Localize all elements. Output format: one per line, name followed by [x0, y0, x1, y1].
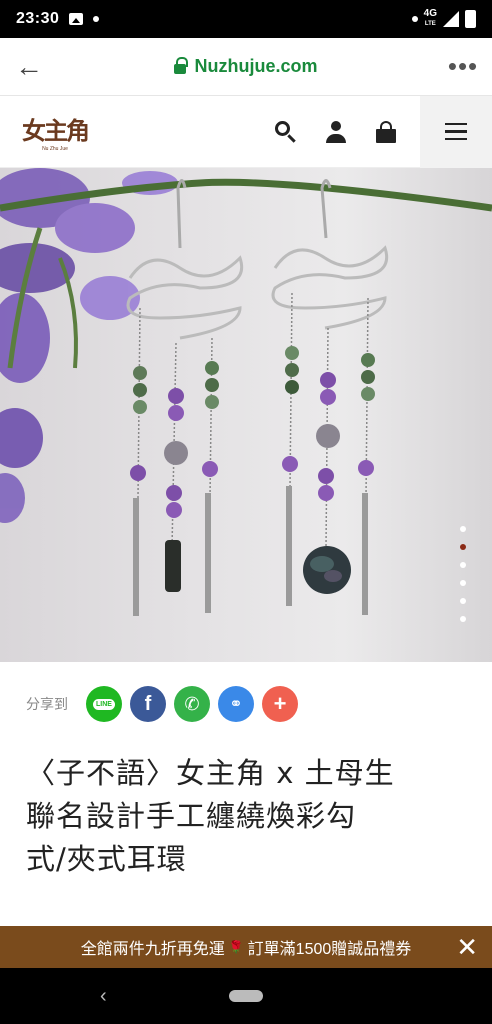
product-title-line: 〈子不語〉女主角 x 土母生	[26, 756, 395, 790]
shopping-bag-icon[interactable]	[374, 120, 398, 144]
share-copy-link-button[interactable]: ⚭	[218, 686, 254, 722]
nav-home-pill[interactable]	[229, 990, 263, 1002]
carousel-dot[interactable]	[460, 598, 466, 604]
carousel-pagination	[460, 526, 466, 622]
product-title: 〈子不語〉女主角 x 土母生 聯名設計手工纏繞煥彩勾 式/夾式耳環	[26, 752, 466, 881]
product-title-line: 式/夾式耳環	[26, 842, 187, 876]
network-indicator: 4G LTE	[423, 8, 437, 28]
user-icon[interactable]	[324, 120, 348, 144]
status-dot-icon	[411, 16, 418, 22]
nav-back-icon[interactable]: ‹	[100, 985, 107, 1008]
promo-text-before: 全館兩件九折再免運	[80, 941, 225, 958]
image-notification-icon	[69, 13, 84, 25]
search-icon[interactable]	[274, 120, 298, 144]
share-label: 分享到	[26, 696, 68, 712]
share-facebook-button[interactable]: f	[130, 686, 166, 722]
carousel-dot[interactable]	[460, 580, 466, 586]
status-time: 23:30	[16, 10, 60, 27]
share-whatsapp-button[interactable]: ✆	[174, 686, 210, 722]
earrings-photo	[0, 168, 492, 616]
rose-icon: 🌹	[228, 940, 244, 954]
carousel-dot[interactable]	[460, 526, 466, 532]
share-line-button[interactable]: LINE	[86, 686, 122, 722]
url-display[interactable]: Nuzhujue.com	[58, 56, 434, 77]
product-title-line: 聯名設計手工纏繞煥彩勾	[26, 799, 357, 833]
share-more-button[interactable]: +	[262, 686, 298, 722]
signal-icon	[443, 11, 459, 27]
share-row: 分享到 LINE f ✆ ⚭ +	[26, 686, 306, 722]
hamburger-menu-icon[interactable]	[420, 95, 492, 168]
android-nav-bar: ‹	[0, 968, 492, 1024]
url-text: Nuzhujue.com	[194, 56, 318, 76]
carousel-dot[interactable]	[460, 616, 466, 622]
carousel-dot[interactable]	[460, 562, 466, 568]
browser-url-bar: ← Nuzhujue.com •••	[0, 38, 492, 96]
battery-icon	[465, 10, 476, 28]
carousel-dot-active[interactable]	[460, 544, 466, 550]
logo-subtext: Nu Zhu Jue	[42, 146, 68, 152]
notification-dot-icon	[93, 16, 100, 22]
site-logo[interactable]: 女主角 Nu Zhu Jue	[22, 111, 90, 152]
back-arrow-icon[interactable]: ←	[0, 38, 58, 96]
logo-text: 女主角	[22, 116, 90, 145]
site-header: 女主角 Nu Zhu Jue	[0, 95, 492, 168]
promo-banner[interactable]: 全館兩件九折再免運 🌹 訂單滿1500贈誠品禮券 ✕	[0, 926, 492, 968]
lock-icon	[174, 56, 189, 74]
status-bar: 23:30 4G LTE	[0, 0, 492, 38]
browser-menu-icon[interactable]: •••	[434, 38, 492, 96]
product-image-carousel[interactable]	[0, 168, 492, 662]
promo-text-after: 訂單滿1500贈誠品禮券	[247, 941, 412, 958]
close-icon[interactable]: ✕	[456, 932, 478, 963]
